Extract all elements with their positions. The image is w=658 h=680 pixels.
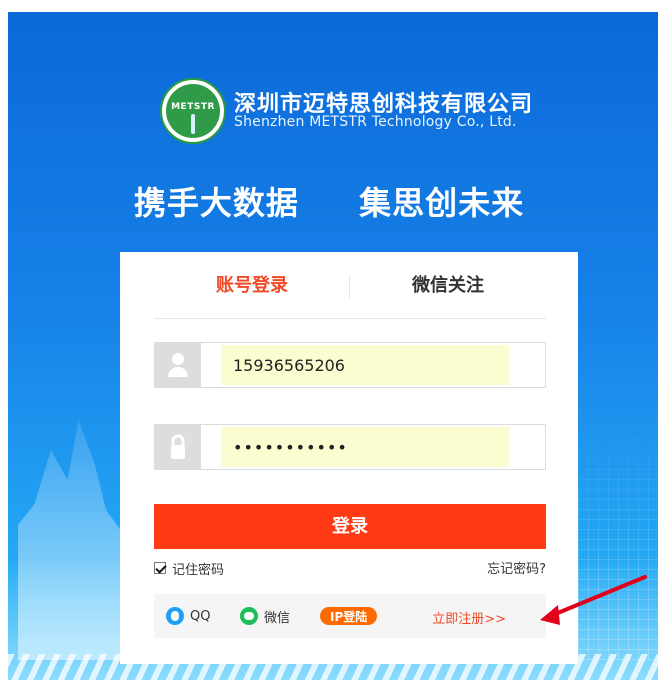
password-field (154, 424, 546, 470)
company-name-en: Shenzhen METSTR Technology Co., Ltd. (234, 114, 517, 130)
tab-wechat-follow[interactable]: 微信关注 (350, 272, 546, 300)
remember-label: 记住密码 (172, 562, 225, 578)
slogan-part1: 携手大数据 (133, 184, 299, 222)
remember-checkbox[interactable] (154, 562, 166, 574)
password-input[interactable] (221, 427, 509, 467)
company-logo: METSTR (160, 78, 226, 144)
logo-text: METSTR (171, 102, 215, 112)
login-panel: 账号登录 微信关注 登录 记住密码 忘记密码? QQ (120, 252, 578, 664)
user-icon (155, 343, 201, 387)
wechat-login[interactable]: 微信 (240, 594, 290, 638)
caduceus-icon (191, 114, 195, 134)
qq-icon (166, 607, 184, 625)
ip-login-badge[interactable]: IP登陆 (320, 607, 378, 625)
ip-login[interactable]: IP登陆 (320, 594, 378, 638)
username-input[interactable] (221, 345, 509, 385)
register-link[interactable]: 立即注册>> (432, 608, 506, 627)
login-tabs: 账号登录 微信关注 (154, 272, 546, 319)
tab-account-login[interactable]: 账号登录 (154, 272, 350, 300)
login-button[interactable]: 登录 (154, 504, 546, 549)
slogan: 携手大数据 集思创未来 (0, 178, 658, 224)
qq-label: QQ (190, 608, 211, 624)
social-login-bar: QQ 微信 IP登陆 立即注册>> (154, 594, 546, 638)
wechat-label: 微信 (264, 610, 291, 626)
remember-password[interactable]: 记住密码 (154, 557, 224, 579)
annotation-arrow (540, 575, 647, 625)
username-field (154, 342, 546, 388)
lock-icon (155, 425, 201, 469)
qq-login[interactable]: QQ (166, 594, 210, 638)
wechat-icon (240, 607, 258, 625)
slogan-part2: 集思创未来 (359, 184, 525, 222)
